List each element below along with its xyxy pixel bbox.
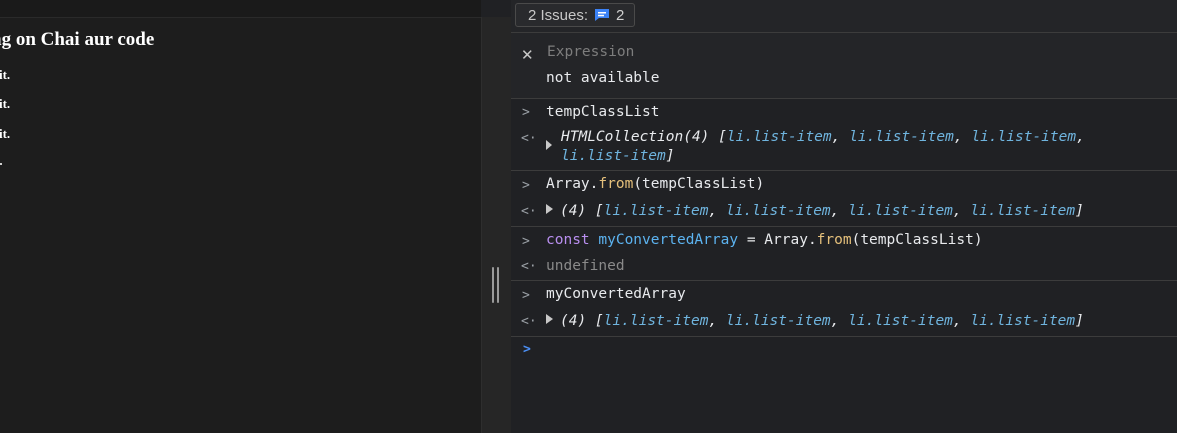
output-item: li.list-item	[725, 203, 831, 219]
page-list-item: lor sit.	[0, 67, 11, 82]
result-arrow-icon: <·	[521, 314, 537, 329]
issues-button[interactable]: 2 Issues: 2	[515, 3, 636, 27]
console-input: Array.from(tempClassList)	[546, 176, 765, 192]
output-item: li.list-item	[726, 129, 832, 145]
chat-message-icon	[595, 9, 610, 21]
result-arrow-icon: <·	[521, 131, 537, 146]
console-output[interactable]: (4) [li.list-item, li.list-item, li.list…	[546, 203, 1084, 219]
expand-triangle-icon[interactable]	[546, 204, 553, 214]
output-type: (4)	[560, 313, 587, 329]
page-list-item: lor sit.	[0, 126, 11, 141]
console-input: myConvertedArray	[546, 286, 686, 302]
expand-triangle-icon[interactable]	[546, 139, 559, 155]
result-arrow-icon: <·	[521, 259, 537, 274]
close-icon[interactable]: ✕	[521, 46, 534, 64]
output-item: li.list-item	[848, 313, 953, 329]
input-chevron-icon: >	[522, 234, 530, 249]
input-chevron-icon: >	[522, 178, 530, 193]
prompt-chevron-icon: >	[523, 342, 531, 357]
console-output[interactable]: (4) [li.list-item, li.list-item, li.list…	[546, 313, 1084, 329]
page-top-strip	[0, 0, 481, 18]
console-prompt-input[interactable]: >	[511, 337, 1177, 433]
console-input: const myConvertedArray = Array.from(temp…	[546, 232, 983, 248]
output-item: li.list-item	[849, 129, 954, 145]
page-list-item: lor sit.	[0, 96, 11, 111]
issues-count: 2	[616, 6, 625, 24]
resize-grip-icon	[492, 267, 494, 303]
devtools-console: 2 Issues: 2 ✕ Expression not available >…	[511, 0, 1177, 433]
resize-grip-icon	[497, 267, 499, 303]
page-list-marker	[0, 163, 2, 165]
input-chevron-icon: >	[522, 288, 530, 303]
console-output[interactable]: HTMLCollection(4) [li.list-item, li.list…	[546, 129, 1085, 145]
live-expression-input[interactable]: Expression	[547, 44, 634, 60]
console-output-continued: li.list-item]	[561, 148, 675, 164]
output-item: li.list-item	[970, 203, 1076, 219]
live-expression-value: not available	[546, 70, 660, 86]
output-item: li.list-item	[603, 203, 709, 219]
page-preview: ng on Chai aur code lor sit. lor sit. lo…	[0, 0, 481, 433]
issues-label: 2 Issues:	[528, 6, 589, 24]
console-entry: > tempClassList <· HTMLCollection(4) [li…	[511, 99, 1177, 171]
console-output: undefined	[546, 258, 625, 274]
issues-toolbar: 2 Issues: 2	[511, 0, 1177, 33]
input-chevron-icon: >	[522, 105, 530, 120]
output-item: li.list-item	[970, 313, 1076, 329]
expand-triangle-icon[interactable]	[546, 314, 553, 324]
page-heading: ng on Chai aur code	[0, 29, 155, 50]
output-item: li.list-item	[971, 129, 1077, 145]
pane-resize-handle[interactable]	[481, 17, 512, 433]
result-arrow-icon: <·	[521, 204, 537, 219]
console-input: tempClassList	[546, 104, 660, 120]
console-entry: > myConvertedArray <· (4) [li.list-item,…	[511, 281, 1177, 337]
output-item: li.list-item	[603, 313, 709, 329]
output-type: HTMLCollection(4)	[561, 129, 710, 145]
live-expression: ✕ Expression not available	[511, 33, 1177, 99]
console-entry: > Array.from(tempClassList) <· (4) [li.l…	[511, 171, 1177, 227]
output-item: li.list-item	[561, 148, 666, 164]
output-item: li.list-item	[848, 203, 953, 219]
output-type: (4)	[560, 203, 587, 219]
output-item: li.list-item	[725, 313, 831, 329]
console-entry: > const myConvertedArray = Array.from(te…	[511, 227, 1177, 281]
